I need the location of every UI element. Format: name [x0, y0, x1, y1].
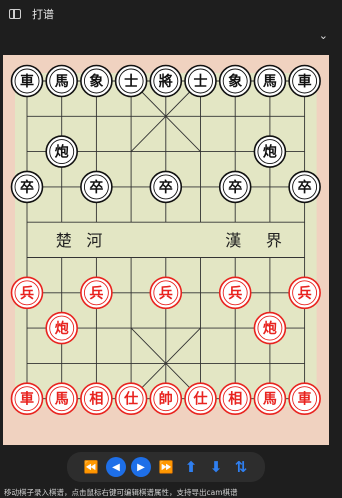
- black-pawn[interactable]: 卒: [10, 170, 44, 204]
- move-up-button[interactable]: ⬆: [181, 457, 201, 477]
- black-pawn[interactable]: 卒: [80, 170, 113, 204]
- piece-label: 卒: [159, 179, 173, 196]
- chevron-down-icon[interactable]: ⌄: [319, 29, 328, 42]
- status-text: 移动棋子录入棋谱，点击鼠标右键可编辑棋谱属性，支持导出cam棋谱: [4, 488, 238, 497]
- playback-controls: ⏪ ◀ ▶ ⏩ ⬆ ⬇ ⇅: [67, 452, 265, 482]
- piece-label: 將: [159, 73, 173, 90]
- black-cannon[interactable]: 炮: [45, 135, 79, 168]
- river-char-jie: 界: [266, 231, 282, 250]
- black-piece[interactable]: 士: [114, 64, 148, 98]
- piece-label: 相: [89, 391, 103, 408]
- black-piece[interactable]: 馬: [253, 64, 287, 98]
- red-piece[interactable]: 馬: [45, 382, 79, 416]
- red-piece[interactable]: 車: [288, 382, 321, 416]
- black-pawn[interactable]: 卒: [149, 170, 183, 204]
- black-piece[interactable]: 車: [10, 64, 44, 98]
- piece-label: 相: [228, 391, 242, 408]
- last-move-button[interactable]: ⏩: [156, 457, 176, 477]
- piece-label: 車: [20, 73, 34, 90]
- red-pawn[interactable]: 兵: [288, 276, 321, 310]
- first-move-button[interactable]: ⏪: [81, 457, 101, 477]
- black-piece[interactable]: 將: [149, 64, 183, 98]
- piece-label: 卒: [298, 179, 312, 196]
- black-pawn[interactable]: 卒: [218, 170, 252, 204]
- piece-label: 炮: [55, 320, 69, 337]
- piece-label: 仕: [123, 391, 138, 408]
- piece-label: 卒: [20, 179, 34, 196]
- title-bar: 打谱: [0, 0, 342, 28]
- piece-label: 炮: [263, 320, 277, 337]
- window-title: 打谱: [32, 8, 54, 21]
- black-pawn[interactable]: 卒: [288, 170, 321, 204]
- river-char-han: 漢: [225, 231, 241, 250]
- red-cannon[interactable]: 炮: [253, 311, 287, 345]
- piece-label: 馬: [55, 74, 69, 90]
- piece-label: 兵: [298, 285, 312, 302]
- piece-label: 卒: [89, 179, 103, 196]
- dropdown-bar: ⌄: [0, 28, 342, 45]
- red-piece[interactable]: 相: [218, 382, 252, 416]
- flip-board-button[interactable]: ⇅: [231, 457, 251, 477]
- piece-label: 炮: [263, 144, 277, 161]
- black-cannon[interactable]: 炮: [253, 135, 287, 168]
- piece-label: 士: [194, 73, 208, 90]
- piece-label: 馬: [263, 392, 277, 408]
- black-piece[interactable]: 象: [80, 64, 113, 98]
- river-char-chu: 楚: [56, 231, 72, 250]
- xiangqi-board[interactable]: 楚河漢界車馬象士將士象馬車炮 炮卒卒卒卒卒兵兵兵兵兵炮 炮車馬相仕帥仕相馬車: [3, 55, 329, 445]
- move-down-button[interactable]: ⬇: [206, 457, 226, 477]
- black-piece[interactable]: 士: [184, 64, 217, 98]
- piece-label: 馬: [263, 74, 277, 90]
- black-piece[interactable]: 象: [218, 64, 252, 98]
- piece-label: 象: [228, 73, 242, 90]
- piece-label: 士: [124, 73, 138, 90]
- piece-label: 炮: [55, 144, 69, 161]
- next-move-button[interactable]: ▶: [131, 457, 151, 477]
- red-piece[interactable]: 帥: [149, 382, 183, 416]
- red-piece[interactable]: 仕: [114, 382, 148, 416]
- red-cannon[interactable]: 炮: [45, 311, 79, 345]
- sidebar-toggle-icon[interactable]: [9, 9, 21, 19]
- black-piece[interactable]: 馬: [45, 64, 79, 98]
- piece-label: 帥: [159, 391, 173, 408]
- piece-label: 兵: [228, 285, 242, 302]
- piece-label: 兵: [89, 285, 103, 302]
- piece-label: 仕: [193, 391, 208, 408]
- piece-label: 象: [89, 73, 103, 90]
- piece-label: 卒: [228, 179, 242, 196]
- red-piece[interactable]: 馬: [253, 382, 287, 416]
- piece-label: 車: [298, 73, 312, 90]
- prev-move-button[interactable]: ◀: [106, 457, 126, 477]
- red-pawn[interactable]: 兵: [149, 276, 183, 310]
- piece-label: 兵: [159, 285, 173, 302]
- piece-label: 車: [298, 391, 312, 408]
- red-pawn[interactable]: 兵: [10, 276, 44, 310]
- black-piece[interactable]: 車: [288, 64, 321, 98]
- piece-label: 車: [20, 391, 34, 408]
- red-piece[interactable]: 相: [80, 382, 113, 416]
- piece-label: 馬: [55, 392, 69, 408]
- chess-board-frame: 楚河漢界車馬象士將士象馬車炮炮卒卒卒卒卒兵兵兵兵兵炮炮車馬相仕帥仕相馬車: [3, 55, 329, 445]
- red-pawn[interactable]: 兵: [80, 276, 113, 310]
- piece-label: 兵: [20, 285, 34, 302]
- river-char-he: 河: [86, 231, 102, 250]
- red-piece[interactable]: 仕: [184, 382, 217, 416]
- red-pawn[interactable]: 兵: [218, 276, 252, 310]
- red-piece[interactable]: 車: [10, 382, 44, 416]
